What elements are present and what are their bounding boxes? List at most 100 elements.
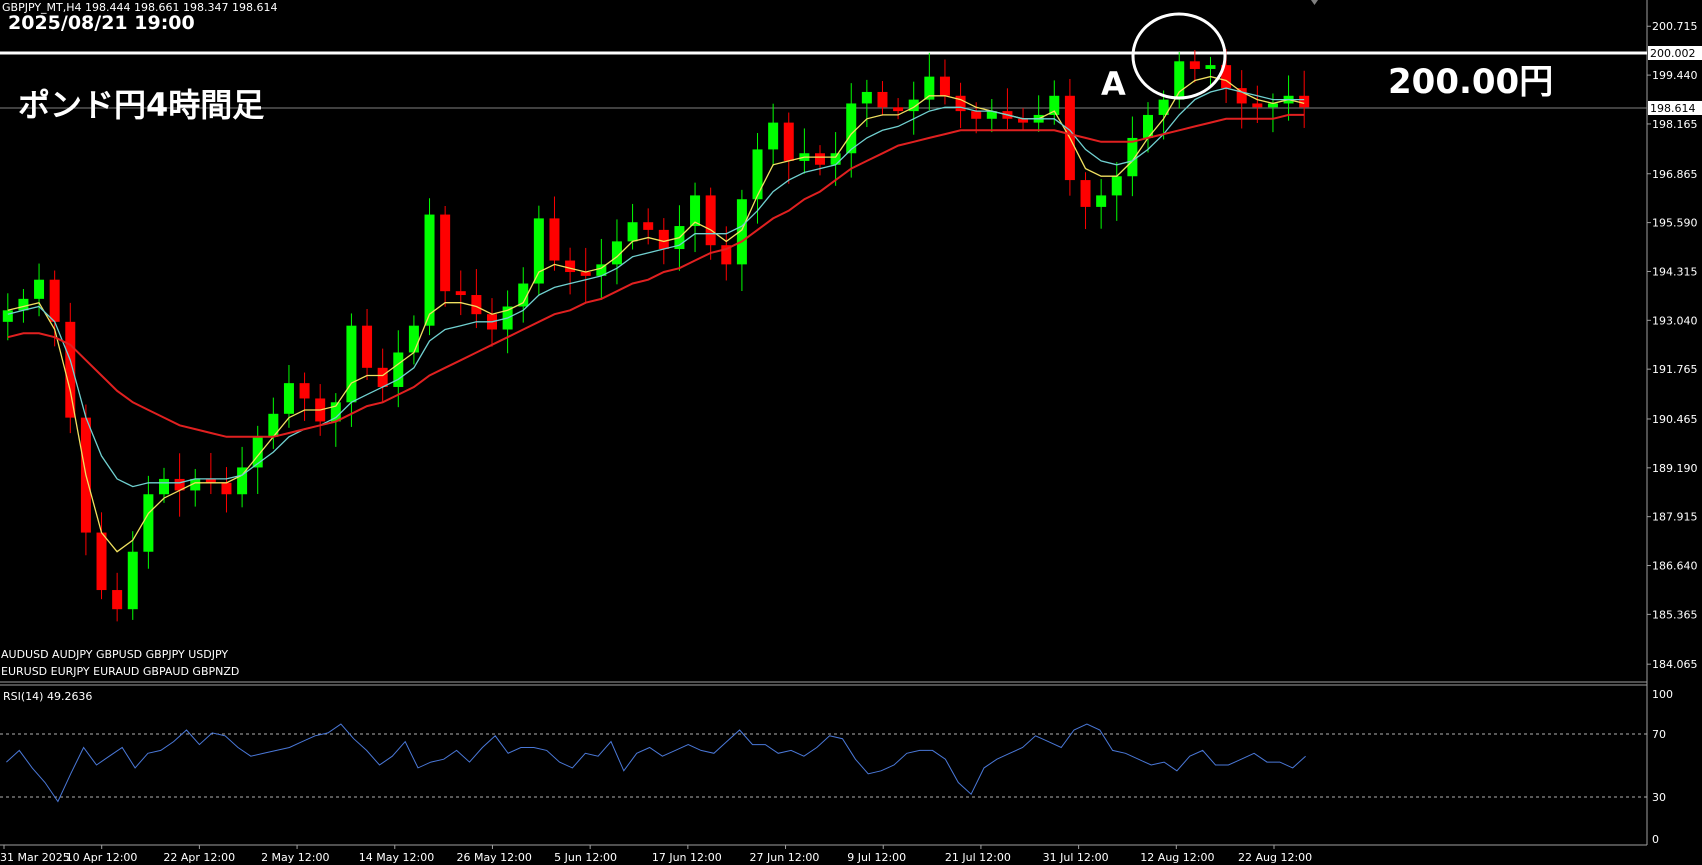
moving-average-line: [7, 75, 1305, 553]
time-tick-label: 5 Jun 12:00: [554, 851, 617, 864]
resistance-price-text: 200.002: [1650, 47, 1696, 60]
candle-body: [690, 195, 701, 227]
time-tick-label: 26 May 12:00: [456, 851, 531, 864]
candle-body: [1252, 103, 1263, 108]
price-tick-label: 200.715: [1652, 20, 1698, 33]
price-tick-label: 189.190: [1652, 462, 1698, 475]
candle-body: [2, 310, 13, 322]
candle-body: [471, 295, 482, 315]
candle-body: [533, 218, 544, 284]
candle-body: [815, 153, 825, 165]
rsi-tick-30: 30: [1652, 791, 1666, 804]
candle-body: [549, 218, 560, 261]
time-tick-label: 31 Jul 12:00: [1043, 851, 1109, 864]
point-a-label: A: [1101, 65, 1126, 103]
candle-body: [127, 551, 138, 610]
candle-body: [377, 367, 388, 387]
candle-body: [1205, 65, 1216, 69]
time-tick-label: 22 Aug 12:00: [1238, 851, 1312, 864]
candle-body: [861, 91, 872, 104]
time-tick-label: 10 Apr 12:00: [66, 851, 138, 864]
price-tick-label: 191.765: [1652, 363, 1698, 376]
moving-averages-layer: [7, 75, 1305, 553]
candle-body: [1096, 195, 1107, 207]
rsi-tick-100: 100: [1652, 688, 1673, 701]
time-axis-ticks: 31 Mar 202510 Apr 12:00 22 Apr 12:00 2 May…: [0, 845, 1312, 864]
candle-body: [408, 325, 419, 353]
candle-body: [658, 229, 669, 250]
candle-body: [643, 222, 654, 230]
price-tick-label: 185.365: [1652, 608, 1698, 621]
candle-body: [299, 383, 310, 399]
chart-canvas: 200.715 199.440 198.165 196.865 195.590 194.3…: [0, 0, 1702, 864]
candle-body: [1299, 95, 1310, 108]
price-tick-label: 184.065: [1652, 658, 1698, 671]
symbol-list-row-2[interactable]: EURUSD EURJPY EURAUD GBPAUD GBPNZD: [1, 665, 239, 678]
time-tick-label: 21 Jul 12:00: [945, 851, 1011, 864]
candle-body: [424, 214, 435, 326]
current-price-text: 198.614: [1650, 102, 1696, 115]
candle-body: [1174, 61, 1185, 100]
candle-body: [221, 482, 232, 495]
candle-body: [1189, 61, 1200, 69]
level-label: 200.00円: [1388, 62, 1553, 102]
candle-body: [362, 325, 373, 368]
candle-body: [877, 91, 888, 108]
candle-body: [112, 590, 123, 610]
time-tick-label: 31 Mar 2025: [0, 851, 70, 864]
candle-body: [846, 103, 857, 154]
candle-body: [159, 478, 169, 495]
candle-body: [49, 279, 60, 322]
candle-body: [893, 107, 904, 112]
time-tick-label: 12 Aug 12:00: [1140, 851, 1214, 864]
time-tick-label: 27 Jun 12:00: [750, 851, 820, 864]
rsi-label: RSI(14) 49.2636: [3, 690, 92, 703]
datetime-label: 2025/08/21 19:00: [8, 12, 195, 34]
candle-body: [1236, 88, 1247, 104]
candle-body: [34, 279, 45, 299]
price-tick-label: 195.590: [1652, 217, 1698, 230]
candle-body: [96, 532, 107, 591]
candle-body: [752, 149, 763, 200]
time-tick-label: 14 May 12:00: [359, 851, 434, 864]
candle-body: [627, 222, 638, 242]
candle-body: [783, 122, 794, 161]
price-tick-label: 193.040: [1652, 314, 1698, 327]
price-axis-ticks: 200.715 199.440 198.165 196.865 195.590 194.3…: [1647, 20, 1698, 671]
candle-body: [939, 76, 950, 96]
time-tick-label: 22 Apr 12:00: [163, 851, 235, 864]
candle-body: [830, 153, 841, 165]
time-tick-label: 9 Jul 12:00: [847, 851, 906, 864]
candle-body: [440, 214, 451, 292]
candle-body: [65, 321, 76, 418]
candle-body: [768, 122, 779, 150]
candle-body: [971, 111, 982, 119]
candle-body: [346, 325, 357, 403]
price-tick-label: 187.915: [1652, 511, 1698, 524]
candles-layer: [2, 49, 1310, 622]
candle-body: [1080, 180, 1091, 207]
candle-body: [455, 291, 466, 296]
candle-body: [705, 195, 716, 246]
time-tick-label: 2 May 12:00: [261, 851, 329, 864]
candle-body: [565, 260, 576, 273]
price-tick-label: 186.640: [1652, 560, 1698, 573]
moving-average-line: [7, 87, 1305, 488]
symbol-list-row-1[interactable]: AUDUSD AUDJPY GBPUSD GBPJPY USDJPY: [1, 648, 228, 661]
candle-body: [1127, 137, 1138, 177]
price-tick-label: 194.315: [1652, 265, 1698, 278]
price-tick-label: 190.465: [1652, 413, 1698, 426]
time-tick-label: 17 Jun 12:00: [652, 851, 722, 864]
scroll-marker-icon[interactable]: [1311, 0, 1318, 5]
candle-body: [393, 352, 404, 387]
rsi-tick-0: 0: [1652, 833, 1659, 846]
candle-body: [18, 298, 29, 311]
candle-body: [1111, 176, 1122, 196]
rsi-tick-70: 70: [1652, 728, 1666, 741]
price-tick-label: 196.865: [1652, 168, 1698, 181]
price-tick-label: 198.165: [1652, 118, 1698, 131]
candle-body: [283, 383, 294, 414]
price-tick-label: 199.440: [1652, 69, 1698, 82]
chart-title: ポンド円4時間足: [18, 86, 264, 124]
rsi-line: [6, 723, 1306, 803]
